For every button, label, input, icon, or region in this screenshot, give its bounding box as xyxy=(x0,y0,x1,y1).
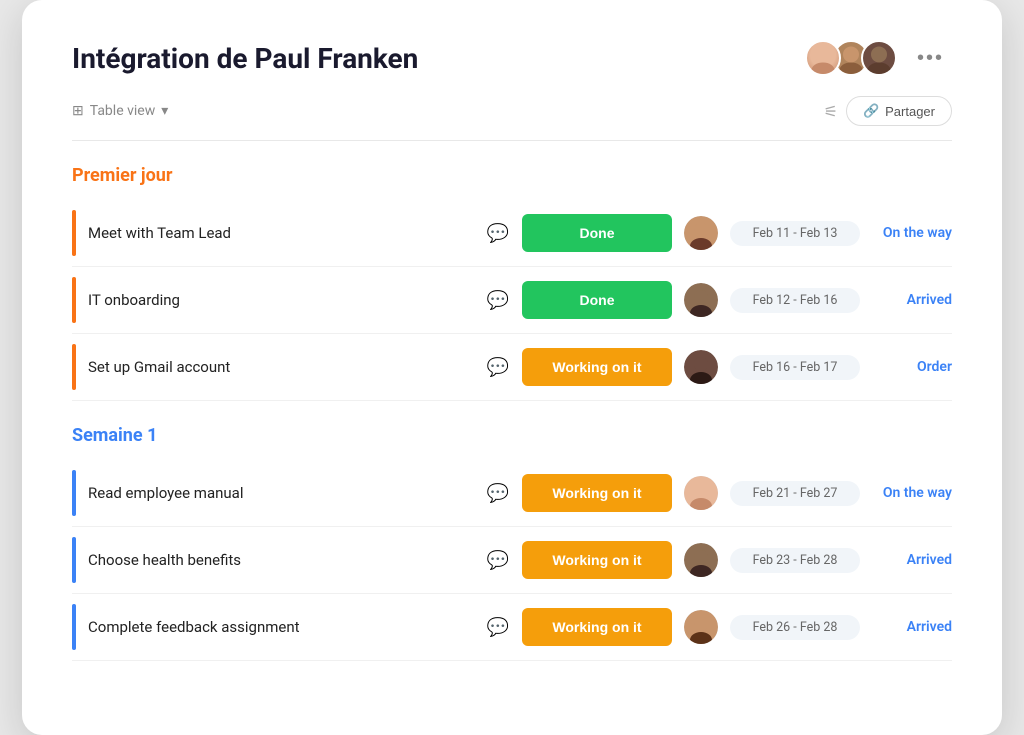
table-row: Set up Gmail account 💬 Working on it Feb 1… xyxy=(72,334,952,401)
toolbar-right: ⚟ 🔗 Partager xyxy=(824,96,952,126)
row-indicator xyxy=(72,210,76,256)
avatar xyxy=(805,40,841,76)
header-actions: ••• xyxy=(805,40,952,76)
section-semaine-1: Semaine 1 Read employee manual 💬 Working on… xyxy=(72,425,952,661)
date-badge: Feb 12 - Feb 16 xyxy=(730,288,860,313)
chevron-down-icon: ▾ xyxy=(161,103,168,119)
filter-icon: ⚟ xyxy=(824,102,838,121)
status-link[interactable]: On the way xyxy=(872,485,952,501)
table-row: Read employee manual 💬 Working on it Feb 2… xyxy=(72,460,952,527)
status-link[interactable]: Arrived xyxy=(872,619,952,635)
task-name: IT onboarding xyxy=(88,291,474,309)
status-button[interactable]: Working on it xyxy=(522,541,672,579)
date-badge: Feb 16 - Feb 17 xyxy=(730,355,860,380)
link-icon: 🔗 xyxy=(863,103,879,119)
avatar-face xyxy=(863,42,895,74)
comment-icon[interactable]: 💬 xyxy=(486,290,510,311)
row-indicator xyxy=(72,344,76,390)
view-selector[interactable]: ⊞ Table view ▾ xyxy=(72,103,168,119)
view-label: Table view xyxy=(90,103,156,119)
status-link[interactable]: Arrived xyxy=(872,552,952,568)
comment-icon[interactable]: 💬 xyxy=(486,550,510,571)
section-title-semaine-1: Semaine 1 xyxy=(72,425,952,446)
header: Intégration de Paul Franken xyxy=(72,40,952,76)
table-row: Complete feedback assignment 💬 Working on … xyxy=(72,594,952,661)
date-badge: Feb 23 - Feb 28 xyxy=(730,548,860,573)
toolbar: ⊞ Table view ▾ ⚟ 🔗 Partager xyxy=(72,96,952,141)
task-name: Set up Gmail account xyxy=(88,358,474,376)
comment-icon[interactable]: 💬 xyxy=(486,483,510,504)
status-button[interactable]: Done xyxy=(522,214,672,252)
table-row: Choose health benefits 💬 Working on it Feb… xyxy=(72,527,952,594)
section-title-premier-jour: Premier jour xyxy=(72,165,952,186)
task-name: Meet with Team Lead xyxy=(88,224,474,242)
person-avatar xyxy=(684,283,718,317)
share-button[interactable]: 🔗 Partager xyxy=(846,96,952,126)
share-label: Partager xyxy=(885,104,935,119)
section-premier-jour: Premier jour Meet with Team Lead 💬 Done Feb… xyxy=(72,165,952,401)
table-icon: ⊞ xyxy=(72,103,84,119)
person-avatar xyxy=(684,543,718,577)
date-badge: Feb 26 - Feb 28 xyxy=(730,615,860,640)
comment-icon[interactable]: 💬 xyxy=(486,617,510,638)
status-link[interactable]: Order xyxy=(872,359,952,375)
task-name: Choose health benefits xyxy=(88,551,474,569)
task-name: Complete feedback assignment xyxy=(88,618,474,636)
status-link[interactable]: Arrived xyxy=(872,292,952,308)
person-avatar xyxy=(684,350,718,384)
comment-icon[interactable]: 💬 xyxy=(486,357,510,378)
date-badge: Feb 21 - Feb 27 xyxy=(730,481,860,506)
table-row: Meet with Team Lead 💬 Done Feb 11 - Feb 13… xyxy=(72,200,952,267)
comment-icon[interactable]: 💬 xyxy=(486,223,510,244)
person-avatar xyxy=(684,476,718,510)
more-options-button[interactable]: ••• xyxy=(909,43,952,74)
avatar-face xyxy=(807,42,839,74)
main-card: Intégration de Paul Franken xyxy=(22,0,1002,735)
person-avatar xyxy=(684,216,718,250)
date-badge: Feb 11 - Feb 13 xyxy=(730,221,860,246)
row-indicator xyxy=(72,470,76,516)
row-indicator xyxy=(72,604,76,650)
page-title: Intégration de Paul Franken xyxy=(72,42,418,75)
status-link[interactable]: On the way xyxy=(872,225,952,241)
avatar xyxy=(861,40,897,76)
person-avatar xyxy=(684,610,718,644)
row-indicator xyxy=(72,277,76,323)
row-indicator xyxy=(72,537,76,583)
status-button[interactable]: Working on it xyxy=(522,608,672,646)
status-button[interactable]: Done xyxy=(522,281,672,319)
sections-container: Premier jour Meet with Team Lead 💬 Done Feb… xyxy=(72,165,952,661)
table-row: IT onboarding 💬 Done Feb 12 - Feb 16 Arrive… xyxy=(72,267,952,334)
task-name: Read employee manual xyxy=(88,484,474,502)
avatar-group xyxy=(805,40,897,76)
status-button[interactable]: Working on it xyxy=(522,474,672,512)
status-button[interactable]: Working on it xyxy=(522,348,672,386)
